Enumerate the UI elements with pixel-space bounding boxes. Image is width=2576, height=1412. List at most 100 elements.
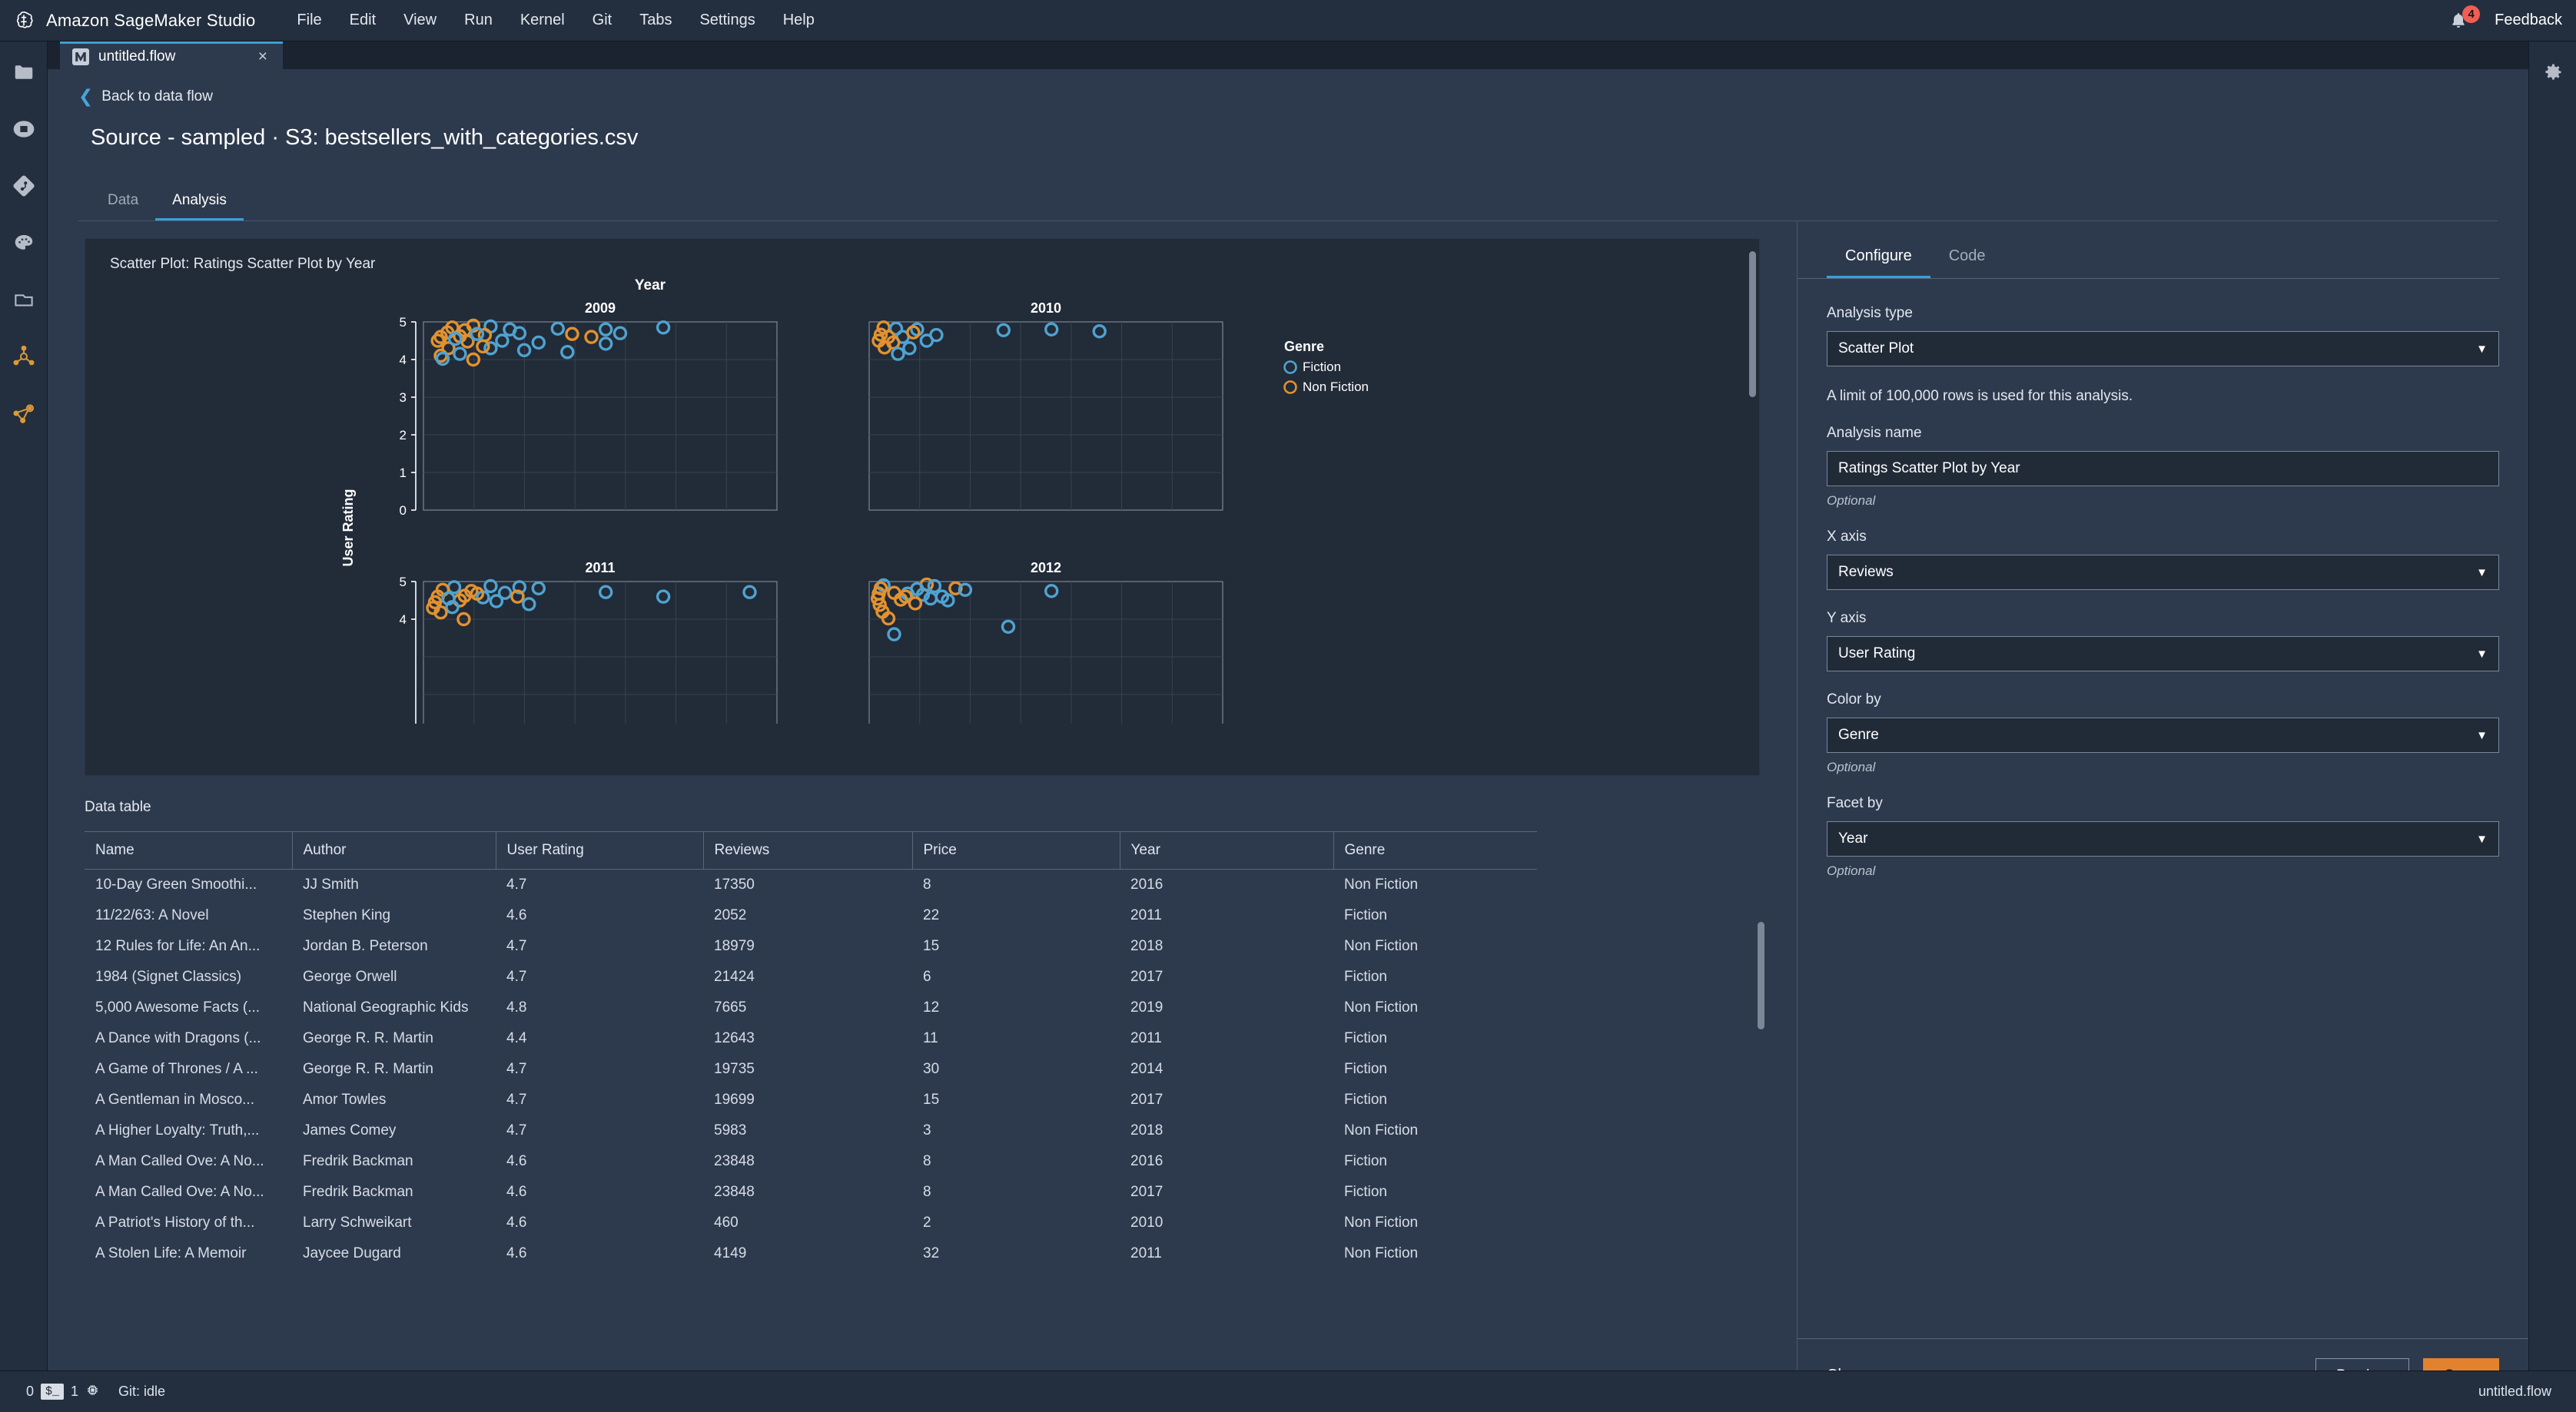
menu-item-tabs[interactable]: Tabs [626, 7, 685, 34]
facet-2010: 2010 [868, 300, 1223, 511]
x-axis-select[interactable]: Reviews ▼ [1827, 555, 2499, 590]
menu-item-kernel[interactable]: Kernel [506, 7, 579, 34]
document-tab-untitled-flow[interactable]: untitled.flow × [60, 41, 283, 69]
analysis-split: Scatter Plot: Ratings Scatter Plot by Ye… [48, 221, 2528, 1412]
menu-item-settings[interactable]: Settings [685, 7, 768, 34]
column-header-author[interactable]: Author [292, 831, 496, 870]
facet-by-select[interactable]: Year ▼ [1827, 821, 2499, 857]
feedback-link[interactable]: Feedback [2495, 12, 2562, 29]
table-row[interactable]: A Game of Thrones / A ... George R. R. Ma… [85, 1054, 1537, 1085]
cpu-icon [85, 1383, 100, 1401]
gear-icon[interactable] [2539, 58, 2567, 86]
tab-code[interactable]: Code [1930, 241, 2004, 278]
table-cell-reviews: 21424 [714, 969, 755, 985]
legend-title: Genre [1284, 339, 1324, 354]
analysis-type-label: Analysis type [1827, 305, 1913, 321]
x-axis-field: X axis Reviews ▼ [1827, 529, 2499, 590]
table-cell-author: Jaycee Dugard [303, 1245, 401, 1261]
table-cell-year: 2011 [1130, 1245, 1162, 1261]
tab-analysis[interactable]: Analysis [155, 186, 244, 220]
menu-item-run[interactable]: Run [450, 7, 506, 34]
y-tick-label: 0 [400, 503, 407, 518]
palette-icon[interactable] [10, 229, 38, 257]
table-row[interactable]: A Man Called Ove: A No... Fredrik Backman… [85, 1177, 1537, 1208]
analysis-type-select[interactable]: Scatter Plot ▼ [1827, 331, 2499, 366]
table-row[interactable]: A Dance with Dragons (... George R. R. Ma… [85, 1023, 1537, 1054]
y-tick-label: 1 [400, 466, 407, 480]
table-row[interactable]: A Man Called Ove: A No... Fredrik Backman… [85, 1146, 1537, 1177]
sagemaker-components-icon[interactable] [10, 343, 38, 370]
menu-item-help[interactable]: Help [769, 7, 828, 34]
tab-configure[interactable]: Configure [1827, 241, 1930, 278]
flow-editor-surface: ❮ Back to data flow Source - sampled · S… [48, 69, 2528, 1412]
table-cell-genre: Fiction [1344, 1153, 1387, 1169]
column-header-user-rating[interactable]: User Rating [496, 831, 704, 870]
table-cell-rating: 4.7 [506, 938, 527, 954]
data-wrangler-icon[interactable] [10, 399, 38, 427]
column-header-year[interactable]: Year [1120, 831, 1334, 870]
table-row[interactable]: 5,000 Awesome Facts (... National Geograp… [85, 993, 1537, 1023]
table-cell-year: 2010 [1130, 1215, 1164, 1231]
table-row[interactable]: 12 Rules for Life: An An... Jordan B. Pet… [85, 931, 1537, 962]
legend-swatch-non-fiction [1283, 380, 1297, 394]
back-to-data-flow-label: Back to data flow [101, 88, 213, 104]
table-row[interactable]: A Gentleman in Mosco... Amor Towles 4.7 196… [85, 1085, 1537, 1115]
column-header-price[interactable]: Price [912, 831, 1120, 870]
table-row[interactable]: 1984 (Signet Classics) George Orwell 4.7 21… [85, 962, 1537, 993]
table-cell-name: A Higher Loyalty: Truth,... [95, 1122, 260, 1139]
y-axis-select[interactable]: User Rating ▼ [1827, 636, 2499, 671]
column-header-genre[interactable]: Genre [1333, 831, 1537, 870]
status-terminals[interactable]: 0 $_ 1 [17, 1383, 109, 1401]
running-terminals-icon[interactable] [10, 115, 38, 143]
analysis-name-input[interactable]: Ratings Scatter Plot by Year [1827, 451, 2499, 486]
x-axis-label: X axis [1827, 529, 1867, 545]
tab-data[interactable]: Data [91, 186, 155, 220]
table-cell-genre: Fiction [1344, 1184, 1387, 1200]
git-icon[interactable] [10, 172, 38, 200]
status-git[interactable]: Git: idle [109, 1384, 174, 1400]
color-by-label: Color by [1827, 691, 1881, 708]
menu-item-git[interactable]: Git [579, 7, 626, 34]
table-cell-author: Jordan B. Peterson [303, 938, 428, 954]
menu-item-view[interactable]: View [390, 7, 450, 34]
table-cell-year: 2011 [1130, 907, 1162, 923]
table-cell-year: 2017 [1130, 1184, 1164, 1200]
column-header-name[interactable]: Name [85, 831, 293, 870]
status-file-name: untitled.flow [2478, 1384, 2551, 1399]
file-browser-icon[interactable] [10, 58, 38, 86]
facet-title-2010: 2010 [1031, 300, 1061, 316]
analysis-type-field: Analysis type Scatter Plot ▼ [1827, 305, 2499, 366]
terminal-icon: $_ [41, 1384, 65, 1400]
menu-item-file[interactable]: File [283, 7, 335, 34]
chart-canvas: Year User Rating 2009 0 1 2 3 4 5 2010 2011 4 5 2012 G… [85, 274, 1759, 775]
facet-title-2012: 2012 [1031, 560, 1061, 575]
open-tabs-icon[interactable] [10, 286, 38, 313]
table-row[interactable]: 11/22/63: A Novel Stephen King 4.6 2052 22 20… [85, 900, 1537, 931]
color-by-select[interactable]: Genre ▼ [1827, 718, 2499, 753]
table-cell-price: 2 [923, 1215, 931, 1231]
row-limit-note: A limit of 100,000 rows is used for this… [1827, 388, 2133, 404]
facet-by-field: Facet by Year ▼ Optional [1827, 795, 2499, 879]
close-icon[interactable]: × [255, 48, 271, 66]
chevron-down-icon: ▼ [2476, 565, 2488, 579]
table-row[interactable]: 10-Day Green Smoothi... JJ Smith 4.7 17350 8… [85, 870, 1537, 901]
chart-card-title: Scatter Plot: Ratings Scatter Plot by Ye… [110, 256, 376, 272]
table-cell-name: 12 Rules for Life: An An... [95, 938, 261, 954]
table-cell-genre: Fiction [1344, 969, 1387, 985]
table-cell-reviews: 23848 [714, 1153, 755, 1169]
y-tick-label: 4 [400, 353, 407, 367]
table-cell-price: 15 [923, 1092, 940, 1108]
table-row[interactable]: A Patriot's History of th... Larry Schwei… [85, 1208, 1537, 1238]
table-row[interactable]: A Higher Loyalty: Truth,... James Comey 4.… [85, 1115, 1537, 1146]
table-row[interactable]: A Stolen Life: A Memoir Jaycee Dugard 4.6 4… [85, 1238, 1537, 1269]
notifications-button[interactable]: 4 [2445, 5, 2481, 34]
table-cell-rating: 4.6 [506, 1245, 527, 1261]
data-table-title: Data table [85, 799, 151, 815]
back-to-data-flow-button[interactable]: ❮ Back to data flow [48, 69, 2528, 105]
column-header-reviews[interactable]: Reviews [703, 831, 913, 870]
menu-item-edit[interactable]: Edit [336, 7, 390, 34]
data-table-scrollbar[interactable] [1758, 922, 1764, 1029]
right-activity-rail [2528, 41, 2576, 1412]
terminals-count: 0 [26, 1384, 35, 1399]
chevron-down-icon: ▼ [2476, 647, 2488, 661]
